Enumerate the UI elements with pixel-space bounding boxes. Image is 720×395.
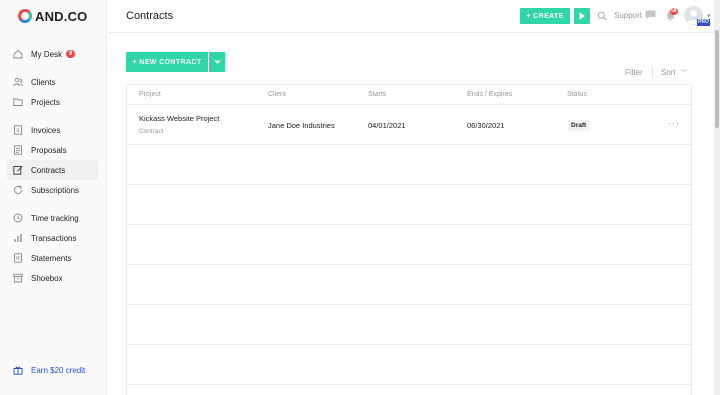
sidebar-item-statements[interactable]: Statements: [7, 248, 98, 268]
sidebar-item-label: Clients: [31, 77, 56, 87]
sort-label: Sort: [661, 68, 676, 77]
table-divider: [127, 184, 691, 185]
sidebar-item-label: Contracts: [31, 165, 66, 175]
sidebar-item-label: Statements: [31, 253, 72, 263]
users-icon: [13, 77, 23, 87]
table-divider: [127, 304, 691, 305]
sidebar-item-proposals[interactable]: Proposals: [7, 140, 98, 160]
contract-edit-icon: [13, 165, 23, 175]
table-divider: [127, 144, 691, 145]
sidebar-item-label: Projects: [31, 97, 60, 107]
sidebar-item-contracts[interactable]: Contracts: [7, 160, 98, 180]
logo[interactable]: AND.CO: [18, 8, 87, 24]
table-divider: [127, 344, 691, 345]
page-title: Contracts: [126, 10, 174, 22]
my-desk-badge: 9: [66, 50, 76, 58]
bar-chart-icon: [13, 233, 23, 243]
pro-badge: PRO: [697, 19, 710, 26]
gift-icon: [13, 366, 23, 375]
sidebar-item-projects[interactable]: Projects: [7, 92, 98, 112]
sidebar-item-my-desk[interactable]: My Desk 9: [7, 44, 98, 64]
project-name[interactable]: Kickass Website Project: [139, 114, 219, 123]
column-header-project[interactable]: Project: [139, 91, 161, 98]
sidebar-item-invoices[interactable]: $ Invoices: [7, 120, 98, 140]
sidebar-item-label: Subscriptions: [31, 185, 80, 195]
column-header-client[interactable]: Client: [268, 91, 286, 98]
sort-button[interactable]: Sort ﹀: [661, 68, 688, 78]
sidebar-item-label: Transactions: [31, 233, 77, 243]
scrollbar[interactable]: [714, 0, 720, 395]
sidebar-item-label: Invoices: [31, 125, 61, 135]
sidebar-item-time-tracking[interactable]: Time tracking: [7, 208, 98, 228]
sidebar-item-label: Proposals: [31, 145, 67, 155]
statement-icon: [13, 253, 23, 263]
sidebar-item-label: My Desk: [31, 49, 63, 59]
toolbar-divider: [652, 68, 653, 77]
search-icon[interactable]: [597, 11, 607, 21]
support-link[interactable]: Support: [614, 11, 642, 20]
contracts-table: Project Client Starts Ends / Expires Sta…: [126, 84, 692, 395]
start-date: 04/01/2021: [368, 121, 406, 130]
sidebar-item-subscriptions[interactable]: Subscriptions: [7, 180, 98, 200]
sidebar-item-label: Shoebox: [31, 273, 63, 283]
earn-credit-link[interactable]: Earn $20 credit: [13, 365, 85, 375]
folder-icon: [13, 97, 23, 107]
caret-down-icon: [214, 60, 220, 64]
sidebar: AND.CO My Desk 9 Clients Projects $ Invo…: [0, 0, 107, 395]
archive-icon: [13, 273, 23, 283]
new-contract-button[interactable]: + NEW CONTRACT: [126, 52, 208, 72]
column-header-status[interactable]: Status: [567, 91, 587, 98]
table-divider: [127, 104, 691, 105]
table-divider: [127, 224, 691, 225]
new-contract-dropdown-button[interactable]: [209, 52, 225, 72]
proposal-icon: [13, 145, 23, 155]
chevron-down-icon: ﹀: [680, 70, 688, 77]
play-icon: [579, 12, 585, 20]
earn-credit-label: Earn $20 credit: [31, 365, 86, 375]
timer-play-button[interactable]: [574, 8, 590, 24]
table-divider: [127, 264, 691, 265]
create-button[interactable]: + CREATE: [520, 8, 570, 24]
filter-button[interactable]: Filter: [625, 68, 643, 77]
notification-badge: 58: [670, 8, 678, 15]
status-badge: Draft: [568, 120, 590, 131]
scrollbar-thumb[interactable]: [715, 30, 719, 128]
project-type: Contract: [139, 128, 164, 135]
column-header-ends[interactable]: Ends / Expires: [467, 91, 512, 98]
svg-text:$: $: [16, 128, 20, 134]
chevron-down-icon[interactable]: ▾: [707, 12, 711, 20]
sidebar-item-clients[interactable]: Clients: [7, 72, 98, 92]
column-header-starts[interactable]: Starts: [368, 91, 386, 98]
sidebar-item-shoebox[interactable]: Shoebox: [7, 268, 98, 288]
logo-text: AND.CO: [35, 8, 88, 24]
top-bar: Contracts + CREATE Support 58 PRO ▾: [107, 0, 720, 33]
chat-icon[interactable]: [645, 10, 656, 20]
table-divider: [127, 384, 691, 385]
invoice-icon: $: [13, 125, 23, 135]
refresh-icon: [13, 185, 23, 195]
more-options-icon[interactable]: ···: [668, 118, 680, 128]
end-date: 06/30/2021: [467, 121, 505, 130]
client-name: Jane Doe Industries: [268, 121, 335, 130]
sidebar-item-transactions[interactable]: Transactions: [7, 228, 98, 248]
sidebar-item-label: Time tracking: [31, 213, 79, 223]
logo-icon: [18, 9, 32, 23]
clock-icon: [13, 213, 23, 223]
home-icon: [13, 49, 23, 59]
